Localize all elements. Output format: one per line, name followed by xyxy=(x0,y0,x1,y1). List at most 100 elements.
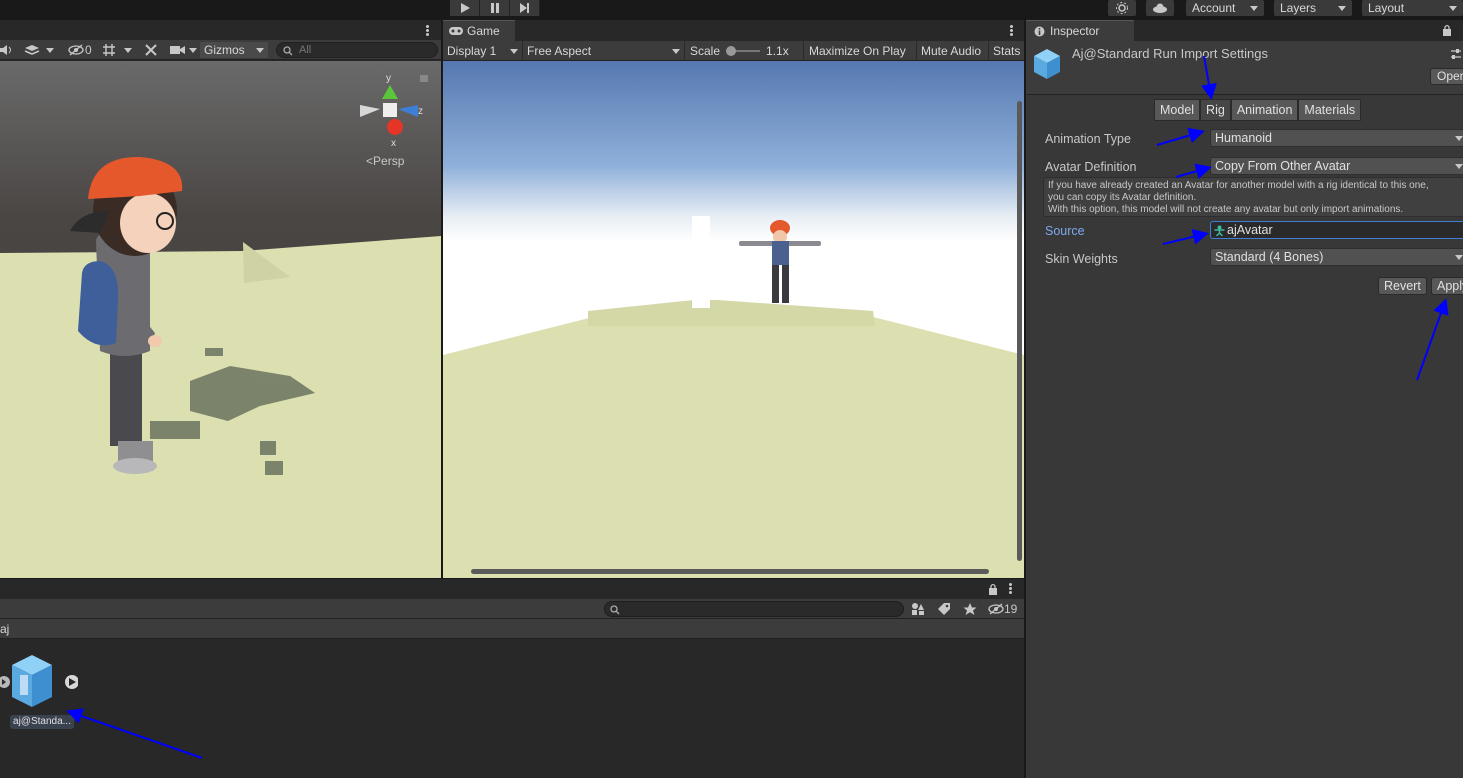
game-viewport[interactable] xyxy=(443,61,1024,578)
tools-button[interactable] xyxy=(144,42,158,58)
projection-toggle[interactable]: <Persp xyxy=(366,154,405,168)
layers-stack-icon xyxy=(24,45,40,55)
help-box: If you have already created an Avatar fo… xyxy=(1043,177,1463,217)
help-text-line: you can copy its Avatar definition. xyxy=(1048,192,1197,203)
maximize-on-play-toggle[interactable]: Maximize On Play xyxy=(805,41,917,61)
scale-slider[interactable]: Scale 1.1x xyxy=(686,41,804,61)
chevron-down-icon xyxy=(189,47,197,53)
white-block xyxy=(692,216,710,308)
tab-rig[interactable]: Rig xyxy=(1200,99,1231,121)
inspector-panel: Inspector Aj@Standard Run Import Setting… xyxy=(1026,20,1463,778)
apply-button[interactable]: Apply xyxy=(1431,277,1463,295)
game-toolbar: Display 1 Free Aspect Scale 1.1x Maximiz… xyxy=(443,41,1024,61)
tab-materials[interactable]: Materials xyxy=(1298,99,1362,121)
label-tag-icon[interactable] xyxy=(937,602,951,616)
camera-settings[interactable] xyxy=(170,42,197,58)
revert-button[interactable]: Revert xyxy=(1378,277,1427,295)
hidden-packages-toggle[interactable]: 19 xyxy=(988,601,1017,617)
layers-dropdown[interactable]: Layers xyxy=(1274,0,1352,16)
play-button[interactable] xyxy=(450,0,480,16)
layout-label: Layout xyxy=(1368,1,1405,15)
cloud-icon xyxy=(1153,3,1167,13)
game-tab-bar: Game xyxy=(443,20,1024,41)
source-object-field[interactable]: ajAvatar xyxy=(1210,221,1463,239)
layout-dropdown[interactable]: Layout xyxy=(1362,0,1463,16)
stats-toggle[interactable]: Stats xyxy=(989,41,1024,61)
animation-type-label: Animation Type xyxy=(1045,132,1131,146)
model-prefab-icon xyxy=(0,655,78,707)
step-button[interactable] xyxy=(510,0,540,16)
scale-slider-track[interactable] xyxy=(726,46,761,56)
chevron-down-icon xyxy=(1250,5,1258,11)
avatar-icon xyxy=(1214,225,1225,236)
cloud-button[interactable] xyxy=(1146,0,1174,16)
grid-toggle[interactable] xyxy=(102,42,132,58)
white-post xyxy=(766,283,770,303)
scene-visibility-toggle[interactable]: 0 xyxy=(68,42,92,58)
pause-icon xyxy=(490,3,499,13)
account-dropdown[interactable]: Account xyxy=(1186,0,1264,16)
eye-slash-icon xyxy=(988,603,1004,615)
lock-icon[interactable] xyxy=(1442,24,1452,36)
scene-search-input[interactable]: All xyxy=(276,42,438,58)
playback-controls xyxy=(450,0,540,16)
tab-game[interactable]: Game xyxy=(443,20,515,41)
scale-label: Scale xyxy=(690,44,721,58)
white-block xyxy=(708,286,730,300)
breadcrumb: aj xyxy=(0,619,1024,639)
filter-by-type-icon[interactable] xyxy=(911,602,925,616)
breadcrumb-item[interactable]: aj xyxy=(0,622,9,636)
chevron-down-icon xyxy=(1455,255,1463,260)
tab-animation[interactable]: Animation xyxy=(1230,99,1299,121)
inspector-tab-label: Inspector xyxy=(1050,24,1100,38)
camera-icon xyxy=(170,46,185,54)
kebab-menu-icon[interactable] xyxy=(1009,583,1013,595)
project-hidden-count: 19 xyxy=(1004,602,1018,616)
tab-model[interactable]: Model xyxy=(1154,99,1201,121)
import-tabs: Model Rig Animation Materials xyxy=(1154,99,1362,121)
horizontal-scrollbar[interactable] xyxy=(471,569,989,574)
gizmos-dropdown[interactable]: Gizmos xyxy=(200,42,268,58)
skin-weights-label: Skin Weights xyxy=(1045,252,1118,266)
lock-icon[interactable] xyxy=(420,75,428,82)
settings-sliders-icon[interactable] xyxy=(1450,48,1462,60)
scale-slider-handle[interactable] xyxy=(726,46,737,56)
effects-toggle[interactable] xyxy=(24,42,54,58)
project-search-input[interactable] xyxy=(604,601,904,617)
animation-type-dropdown[interactable]: Humanoid xyxy=(1210,129,1463,147)
lock-icon[interactable] xyxy=(988,583,998,595)
favorite-star-icon[interactable] xyxy=(963,602,977,616)
avatar-definition-dropdown[interactable]: Copy From Other Avatar xyxy=(1210,157,1463,175)
chevron-down-icon xyxy=(46,47,54,53)
avatar-definition-value: Copy From Other Avatar xyxy=(1215,159,1351,173)
search-icon xyxy=(610,605,620,615)
aspect-label: Free Aspect xyxy=(527,44,592,58)
kebab-menu-icon[interactable] xyxy=(426,25,430,37)
play-icon xyxy=(460,3,470,13)
display-dropdown[interactable]: Display 1 xyxy=(443,41,523,61)
kebab-menu-icon[interactable] xyxy=(1010,25,1014,37)
project-toolbar: 19 xyxy=(0,599,1024,619)
chevron-down-icon xyxy=(1338,5,1346,11)
chevron-down-icon xyxy=(256,47,264,53)
info-icon xyxy=(1034,26,1045,36)
scene-render: z x y <Persp xyxy=(0,61,441,578)
search-placeholder: All xyxy=(299,44,312,56)
skin-weights-dropdown[interactable]: Standard (4 Bones) xyxy=(1210,248,1463,266)
gizmos-label: Gizmos xyxy=(204,43,245,57)
open-button[interactable]: Open xyxy=(1430,68,1463,85)
chevron-down-icon xyxy=(1455,164,1463,169)
source-value: ajAvatar xyxy=(1227,223,1273,237)
help-text-line: If you have already created an Avatar fo… xyxy=(1048,180,1429,191)
aspect-dropdown[interactable]: Free Aspect xyxy=(523,41,685,61)
tab-inspector[interactable]: Inspector xyxy=(1026,20,1134,41)
audio-toggle[interactable] xyxy=(0,42,14,58)
maximize-label: Maximize On Play xyxy=(809,44,906,58)
collab-button[interactable] xyxy=(1108,0,1136,16)
hidden-count: 0 xyxy=(85,43,92,57)
pause-button[interactable] xyxy=(480,0,510,16)
game-view-panel: Game Display 1 Free Aspect Scale 1.1x Ma… xyxy=(443,20,1024,578)
vertical-scrollbar[interactable] xyxy=(1017,101,1022,561)
mute-audio-toggle[interactable]: Mute Audio xyxy=(917,41,989,61)
scene-viewport[interactable]: z x y <Persp xyxy=(0,61,441,578)
